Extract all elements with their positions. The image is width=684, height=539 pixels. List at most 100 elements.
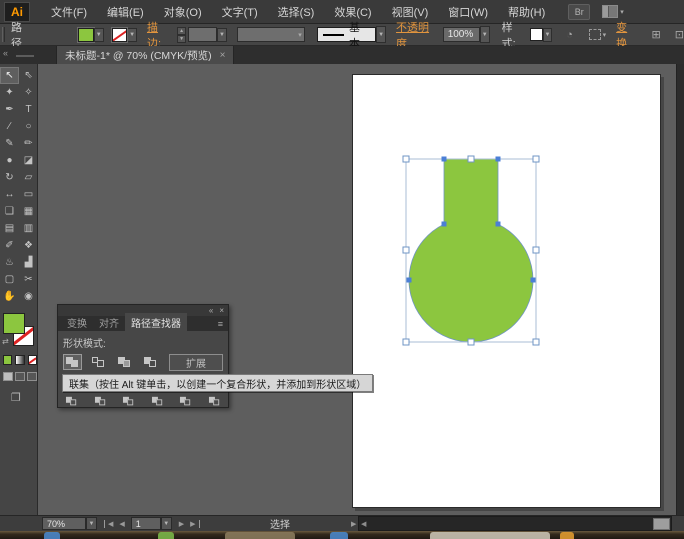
outline-button[interactable] [179,396,192,407]
taskbar-app[interactable] [560,532,574,539]
bridge-button[interactable]: Br [568,4,590,20]
panel-menu-icon[interactable]: ≡ [218,319,223,329]
exclude-button[interactable] [141,354,160,370]
brush-dropdown-button[interactable]: ▼ [376,26,386,43]
arrange-icon[interactable]: ⊞ [652,28,661,41]
select-similar-icon[interactable] [589,29,601,40]
stroke-weight-dropdown-button[interactable]: ▼ [217,28,227,42]
eraser-tool[interactable]: ◪ [19,152,38,169]
rotate-tool[interactable]: ↻ [0,169,19,186]
scale-tool[interactable]: ▱ [19,169,38,186]
chevron-down-icon[interactable]: ▾ [603,31,607,39]
zoom-dropdown-button[interactable]: ▼ [86,517,97,530]
first-artboard-icon[interactable]: ◀ [104,520,116,528]
draw-behind-icon[interactable] [15,372,25,381]
fill-color-swatch[interactable] [78,28,94,42]
minus-back-button[interactable] [208,396,221,407]
mesh-tool[interactable]: ▤ [0,220,19,237]
menu-item-7[interactable]: 窗口(W) [439,1,497,23]
panel-collapse-icon[interactable]: « [209,306,213,315]
tab-2[interactable]: 路径查找器 [125,313,187,331]
stroke-color-swatch[interactable] [112,28,128,42]
fill-dropdown-button[interactable]: ▼ [94,28,104,42]
controlbar-grip[interactable] [2,27,5,42]
canvas[interactable] [38,64,676,515]
opacity-dropdown-button[interactable]: ▼ [480,26,490,43]
menu-item-1[interactable]: 编辑(E) [98,1,153,23]
toolbar-collapse-icon[interactable]: « [3,48,7,58]
artboard-tool[interactable]: ▢ [0,271,19,288]
menu-item-0[interactable]: 文件(F) [42,1,96,23]
intersect-button[interactable] [115,354,134,370]
none-button[interactable] [28,355,37,365]
taskbar-app[interactable] [44,532,60,539]
style-dropdown-button[interactable]: ▼ [543,28,553,42]
free-transform-tool[interactable]: ▭ [19,186,38,203]
minus-front-button[interactable] [89,354,108,370]
selection-tool[interactable]: ↖ [0,67,19,84]
document-tab[interactable]: 未标题-1* @ 70% (CMYK/预览) × [56,46,234,64]
isolate-icon[interactable]: ⊡ [675,28,684,41]
lasso-tool[interactable]: ✧ [19,84,38,101]
magic-wand-tool[interactable]: ✦ [0,84,19,101]
stepper-down-icon[interactable]: ▼ [177,35,186,43]
fill-proxy-swatch[interactable] [3,313,25,334]
paintbrush-tool[interactable]: ✎ [0,135,19,152]
screen-mode-icon[interactable]: ❐ [11,391,37,404]
shape-builder-tool[interactable]: ❑ [0,203,19,220]
document-setup-icon[interactable]: ◔ [566,29,573,41]
width-tool[interactable]: ↔ [0,186,19,203]
horizontal-scrollbar[interactable]: ◀ [358,516,672,531]
stroke-weight-stepper[interactable]: ▲ ▼ [177,27,186,43]
pen-tool[interactable]: ✒ [0,101,19,118]
last-artboard-icon[interactable]: ▶ [187,520,199,528]
taskbar-app[interactable] [158,532,174,539]
type-tool[interactable]: T [19,101,38,118]
ellipse-tool[interactable]: ○ [19,118,38,135]
previous-artboard-icon[interactable]: ◀ [116,520,127,528]
close-icon[interactable]: × [220,50,226,61]
scroll-left-icon[interactable]: ◀ [361,520,366,528]
expand-button[interactable]: 扩展 [169,354,223,371]
vertical-scrollbar[interactable] [676,64,684,515]
taskbar-app[interactable] [225,532,295,539]
swap-fill-stroke-icon[interactable]: ⇄ [2,337,9,346]
artboard-number-field[interactable]: 1 [131,517,161,530]
pencil-tool[interactable]: ✏ [19,135,38,152]
slice-tool[interactable]: ✂ [19,271,38,288]
line-segment-tool[interactable]: ∕ [0,118,19,135]
blob-brush-tool[interactable]: ● [0,152,19,169]
width-profile-select[interactable]: ▾ [237,27,305,42]
opacity-value-field[interactable]: 100% [443,27,480,42]
tab-1[interactable]: 对齐 [93,313,125,331]
gradient-tool[interactable]: ▥ [19,220,38,237]
stepper-up-icon[interactable]: ▲ [177,27,186,35]
zoom-value[interactable]: 70% [42,517,86,530]
taskbar-app[interactable] [430,532,550,539]
menu-item-3[interactable]: 文字(T) [213,1,267,23]
eyedropper-tool[interactable]: ✐ [0,237,19,254]
artboard-dropdown-button[interactable]: ▼ [161,517,172,530]
perspective-grid-tool[interactable]: ▦ [19,203,38,220]
blend-tool[interactable]: ❖ [19,237,38,254]
divide-button[interactable] [65,396,78,407]
direct-selection-tool[interactable]: ⇖ [19,67,38,84]
zoom-control[interactable]: 70% ▼ [42,517,97,530]
color-button[interactable] [3,355,12,365]
gradient-button[interactable] [15,355,24,365]
panel-close-icon[interactable]: × [219,306,224,315]
merge-button[interactable] [122,396,135,407]
workspace-switcher[interactable]: ▾ [602,5,624,18]
stroke-weight-select[interactable] [188,27,217,42]
draw-normal-icon[interactable] [3,372,13,381]
symbol-sprayer-tool[interactable]: ♨ [0,254,19,271]
horizontal-scroll-thumb[interactable] [653,518,670,530]
toolbar-grip[interactable] [16,55,34,57]
style-swatch[interactable] [530,28,543,41]
brush-definition-select[interactable]: 基本 [317,27,377,42]
crop-button[interactable] [151,396,164,407]
zoom-tool[interactable]: ◉ [19,288,38,305]
menu-item-4[interactable]: 选择(S) [269,1,324,23]
unite-button[interactable] [63,354,82,370]
next-artboard-icon[interactable]: ▶ [176,520,187,528]
